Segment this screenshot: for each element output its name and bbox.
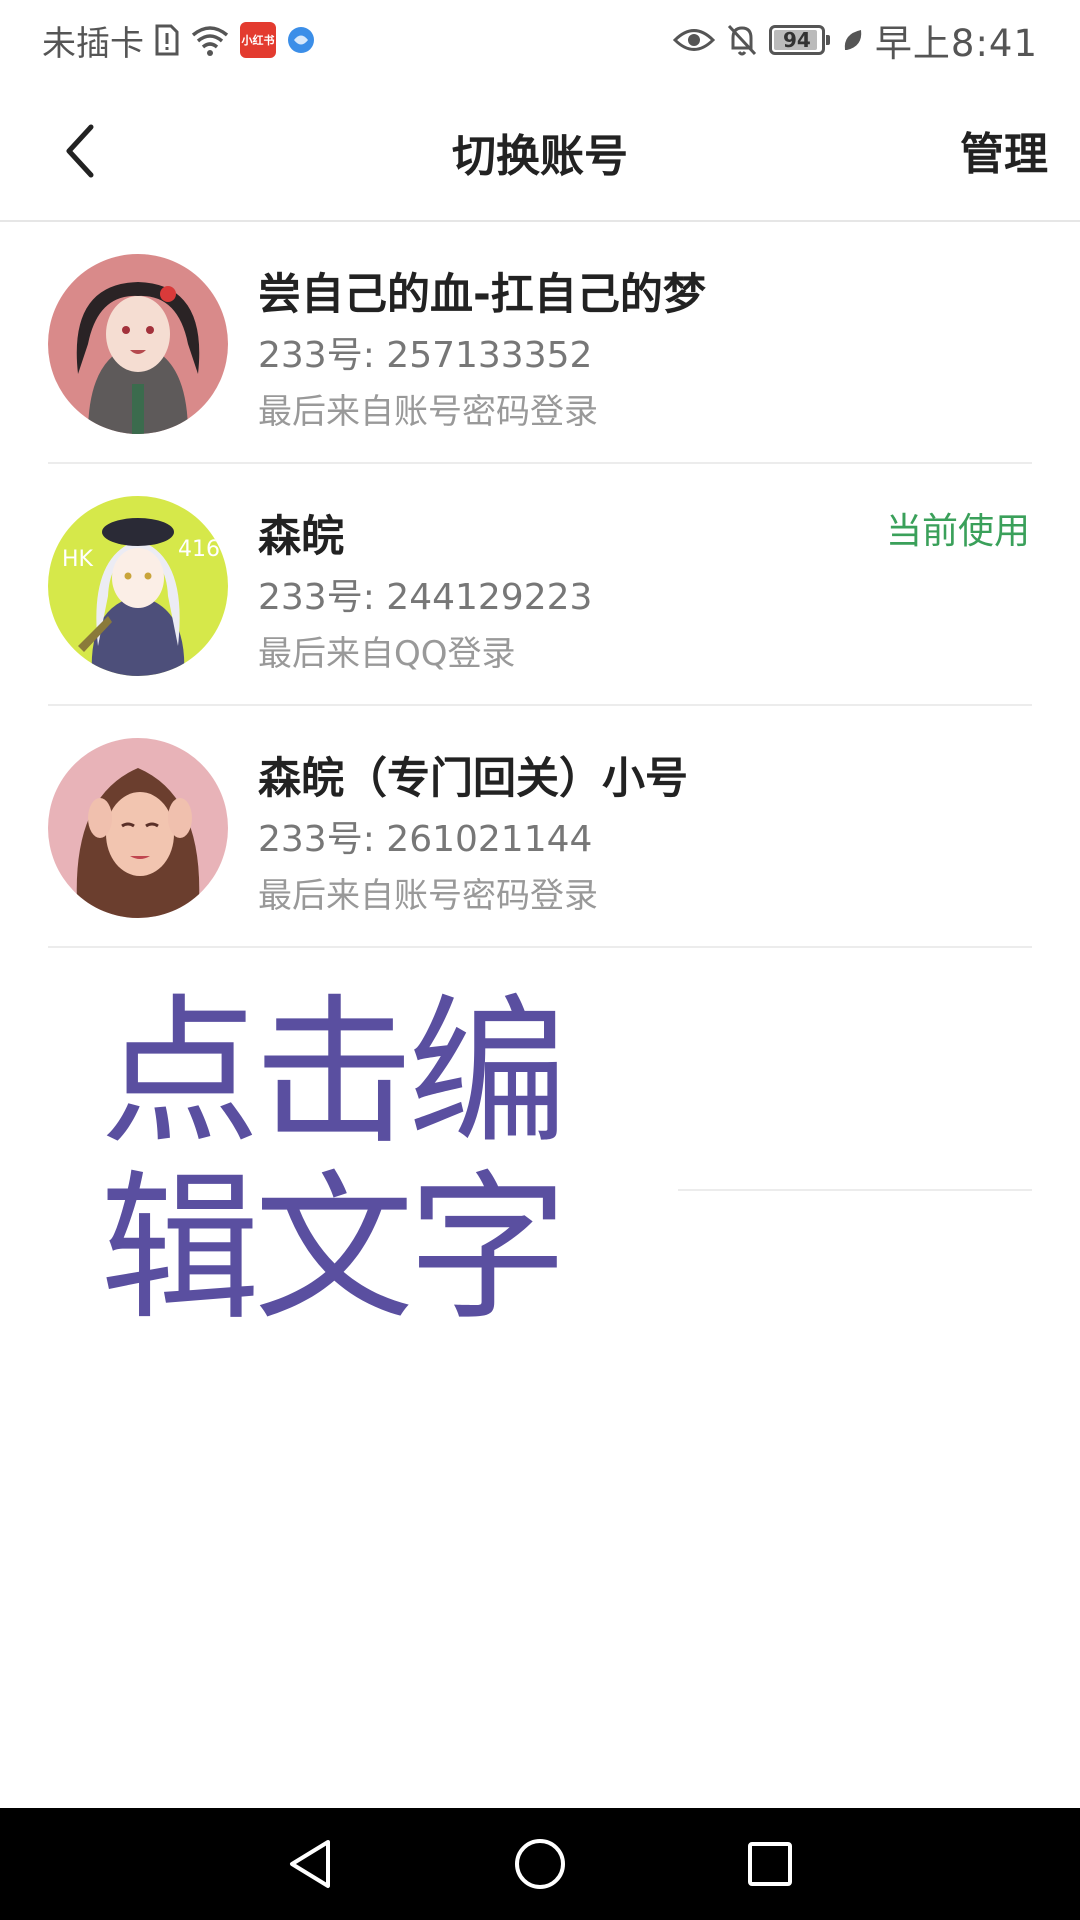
account-login-source: 最后来自账号密码登录 <box>258 392 598 432</box>
account-login-source: 最后来自QQ登录 <box>258 634 516 674</box>
battery-level: 94 <box>782 28 811 52</box>
account-item[interactable]: 森皖（专门回关）小号 233号: 261021144 最后来自账号密码登录 <box>0 706 1080 948</box>
svg-text:HK: HK <box>62 547 94 572</box>
wifi-icon <box>190 23 230 57</box>
avatar <box>48 254 228 434</box>
divider <box>48 946 1032 948</box>
status-left: 未插卡 小红书 <box>42 16 316 65</box>
leaf-icon <box>841 26 865 54</box>
eye-icon <box>672 25 715 55</box>
navigation-bar <box>0 1808 1080 1920</box>
page-title: 切换账号 <box>452 131 628 182</box>
app-badge-text: 小红书 <box>241 33 275 47</box>
app-notification-icon: 小红书 <box>240 22 276 58</box>
divider <box>678 1189 1032 1191</box>
screen: 未插卡 小红书 94 早上8:41 切换账号 管理 尝自己的血-扛自己的梦 23… <box>0 0 1080 1920</box>
carrier-text: 未插卡 <box>42 23 144 64</box>
account-item[interactable]: 尝自己的血-扛自己的梦 233号: 257133352 最后来自账号密码登录 <box>0 222 1080 464</box>
home-circle-icon[interactable] <box>512 1836 568 1896</box>
sim-alert-icon <box>154 23 180 57</box>
account-name: 森皖 <box>258 512 344 562</box>
account-name: 尝自己的血-扛自己的梦 <box>258 270 706 320</box>
account-list: 尝自己的血-扛自己的梦 233号: 257133352 最后来自账号密码登录 H… <box>0 222 1080 948</box>
svg-text:416: 416 <box>178 537 220 562</box>
status-bar: 未插卡 小红书 94 早上8:41 <box>0 0 1080 80</box>
account-id: 233号: 257133352 <box>258 335 593 376</box>
recents-square-icon[interactable] <box>742 1836 798 1896</box>
browser-icon <box>286 25 316 55</box>
avatar <box>48 738 228 918</box>
account-name: 森皖（专门回关）小号 <box>258 754 688 804</box>
edit-text-line: 点击编 <box>100 979 568 1166</box>
status-right: 94 早上8:41 <box>672 13 1038 67</box>
bell-off-icon <box>725 22 759 58</box>
current-account-badge: 当前使用 <box>885 511 1030 552</box>
edit-text-overlay[interactable]: 点击编 辑文字 <box>100 985 580 1337</box>
back-triangle-icon[interactable] <box>282 1836 338 1896</box>
account-id: 233号: 261021144 <box>258 819 593 860</box>
account-item[interactable]: HK 416 森皖 当前使用 233号: 244129223 最后来自QQ登录 <box>0 464 1080 706</box>
battery-icon: 94 <box>768 25 830 55</box>
title-bar: 切换账号 管理 <box>0 80 1080 222</box>
account-id: 233号: 244129223 <box>258 577 593 618</box>
manage-button[interactable]: 管理 <box>960 118 1048 182</box>
avatar: HK 416 <box>48 496 228 676</box>
clock-text: 早上8:41 <box>874 22 1038 65</box>
edit-text-line: 辑文字 <box>100 1155 568 1342</box>
account-login-source: 最后来自账号密码登录 <box>258 876 598 916</box>
